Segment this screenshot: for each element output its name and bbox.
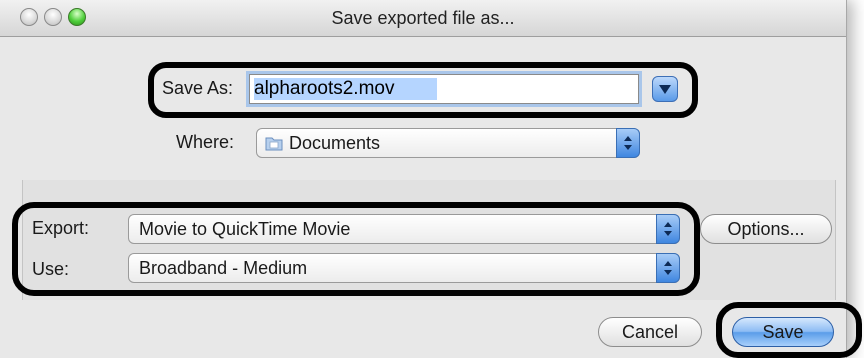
export-value: Movie to QuickTime Movie [139,219,351,239]
title-bar[interactable]: Save exported file as... [0,0,846,37]
export-label: Export: [32,218,90,238]
cancel-button[interactable]: Cancel [598,317,702,347]
use-value: Broadband - Medium [139,258,308,278]
chevron-down-icon [659,85,671,94]
options-button[interactable]: Options... [700,214,832,244]
use-label: Use: [32,259,70,279]
use-popup[interactable]: Broadband - Medium [128,253,680,283]
save-button[interactable]: Save [732,317,834,347]
popup-arrows-icon [656,214,680,244]
where-label: Where: [176,132,235,152]
popup-arrows-icon [656,253,680,283]
popup-arrows-icon [616,128,640,158]
window-title: Save exported file as... [331,8,515,28]
where-value: Documents [289,133,381,153]
where-popup[interactable]: Documents [256,128,640,158]
export-popup[interactable]: Movie to QuickTime Movie [128,214,680,244]
folder-icon [265,137,283,151]
expand-browser-button[interactable] [652,76,678,102]
save-as-input[interactable] [250,75,638,103]
save-as-field[interactable] [249,74,639,104]
save-as-label: Save As: [162,78,234,98]
save-dialog: Save exported file as... Save As: Where:… [0,0,847,358]
